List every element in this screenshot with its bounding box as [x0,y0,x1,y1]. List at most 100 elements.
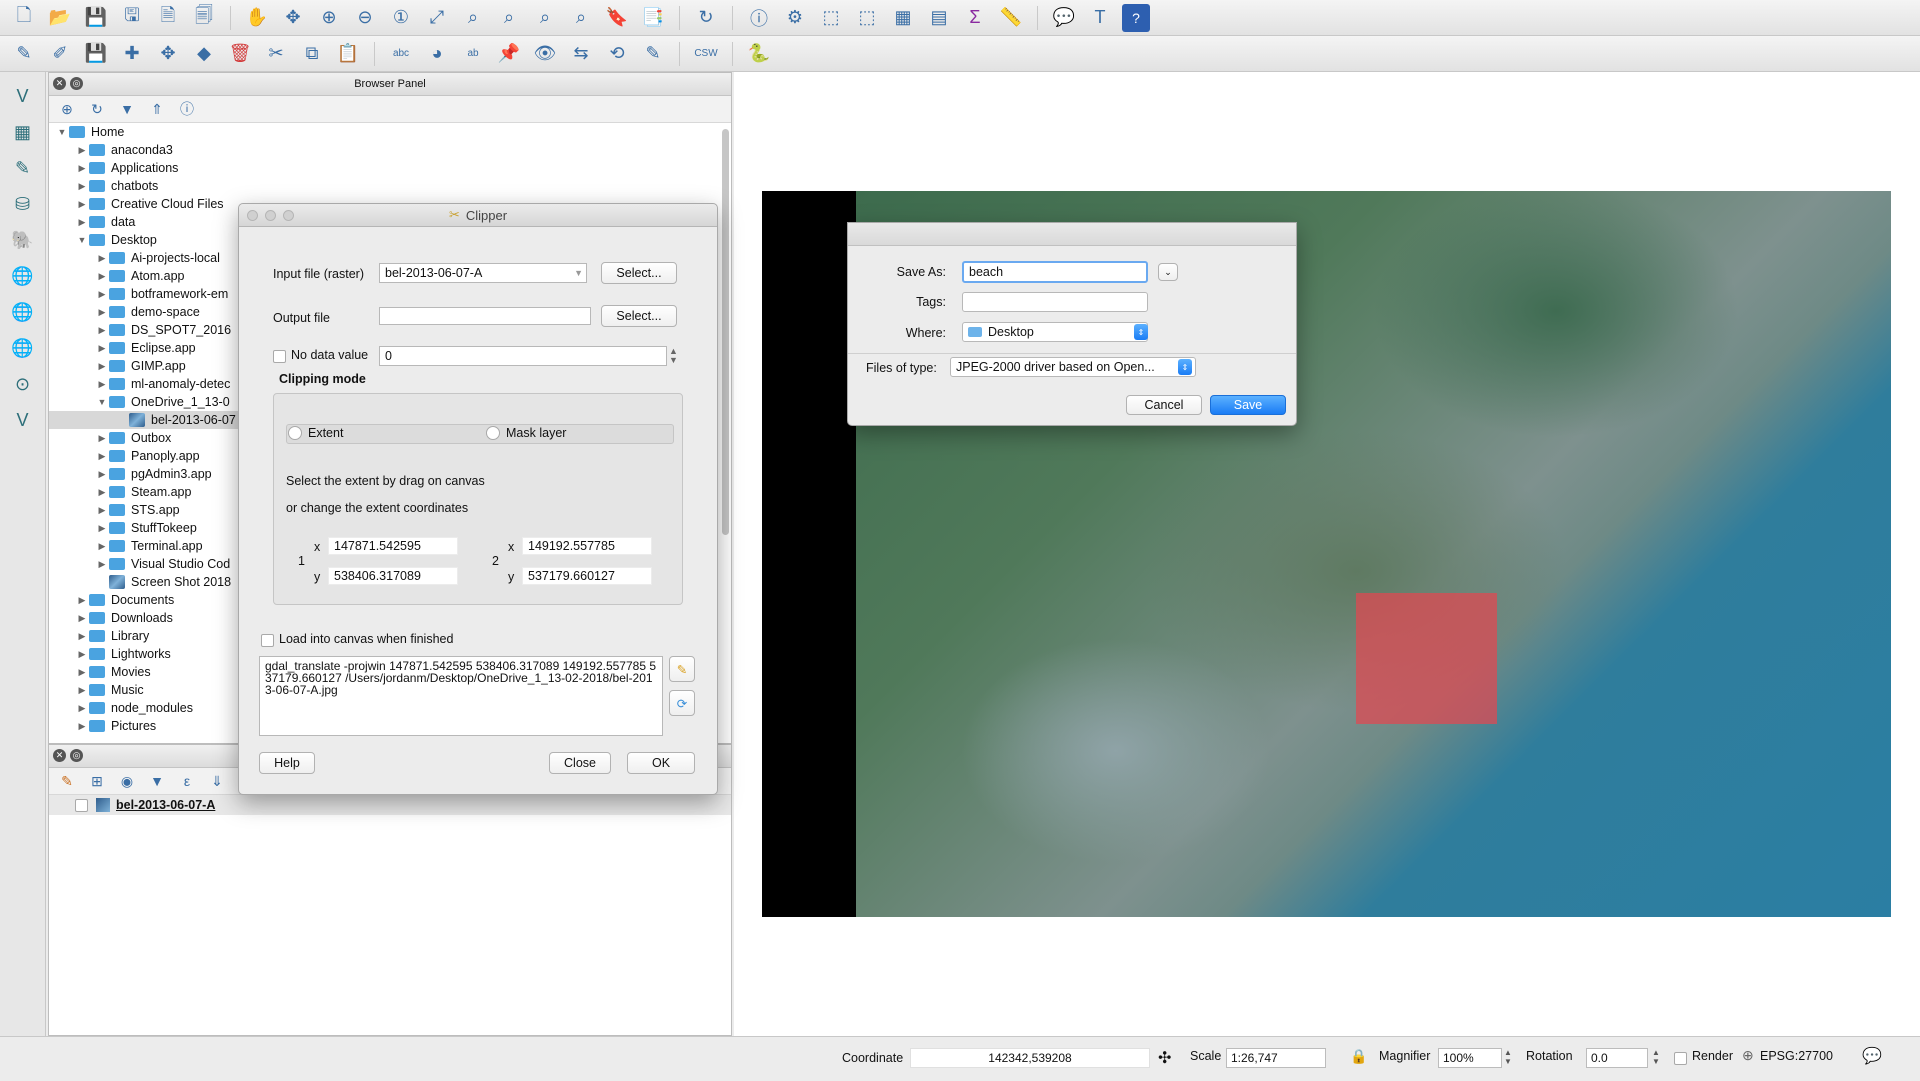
refresh-icon[interactable]: ↻ [692,4,720,32]
float-icon[interactable]: ◎ [70,749,83,762]
layout-manager-icon[interactable]: 🗐 [190,4,218,32]
help-icon[interactable]: ? [1122,3,1150,32]
load-canvas-checkbox[interactable] [261,634,274,647]
mask-layer-radio[interactable] [486,426,500,440]
chevron-right-icon[interactable]: ▶ [95,559,109,570]
reset-command-button[interactable]: ⟳ [669,690,695,716]
chevron-right-icon[interactable]: ▶ [95,289,109,300]
input-file-select[interactable]: bel-2013-06-07-A ▼ [379,263,587,283]
identify-icon[interactable]: ⓘ [745,4,773,32]
deselect-icon[interactable]: ⬚ [853,4,881,32]
add-wcs-icon[interactable]: 🌐 [9,298,37,326]
close-button[interactable]: Close [549,752,611,774]
collapse-all-icon[interactable]: ⇑ [147,99,167,119]
chevron-right-icon[interactable]: ▶ [95,505,109,516]
lock-scale-icon[interactable]: 🔒 [1350,1048,1367,1065]
x1-field[interactable]: 147871.542595 [328,537,458,555]
add-vector-icon[interactable]: V [9,82,37,110]
label-highlight-icon[interactable]: ab [459,40,487,68]
tree-item[interactable]: ▶ anaconda3 [49,141,713,159]
chevron-right-icon[interactable]: ▶ [95,469,109,480]
add-raster-icon[interactable]: ▦ [9,118,37,146]
files-of-type-select[interactable]: JPEG-2000 driver based on Open... [950,357,1196,377]
browser-scrollbar[interactable] [722,129,729,535]
chevron-right-icon[interactable]: ▶ [75,217,89,228]
add-oracle-icon[interactable]: ⊙ [9,370,37,398]
pin-label-icon[interactable]: 📌 [495,40,523,68]
zoom-native-icon[interactable]: ① [387,4,415,32]
chevron-right-icon[interactable]: ▶ [95,451,109,462]
close-icon[interactable]: ✕ [53,77,66,90]
coordinate-field[interactable]: 142342,539208 [910,1048,1150,1068]
float-icon[interactable]: ◎ [70,77,83,90]
chevron-right-icon[interactable]: ▶ [75,595,89,606]
delete-icon[interactable]: 🗑 [226,40,254,68]
zoom-layer-icon[interactable]: ⌕ [495,4,523,32]
where-select[interactable]: Desktop [962,322,1148,342]
style-manager-icon[interactable]: ✎ [57,771,77,791]
visibility-icon[interactable]: ◉ [117,771,137,791]
chevron-right-icon[interactable]: ▶ [95,271,109,282]
command-text[interactable]: gdal_translate -projwin 147871.542595 53… [259,656,663,736]
expand-all-icon[interactable]: ⇓ [207,771,227,791]
chevron-right-icon[interactable]: ▶ [95,433,109,444]
add-spatialite-icon[interactable]: ⛁ [9,190,37,218]
cancel-button[interactable]: Cancel [1126,395,1202,415]
edit-command-button[interactable]: ✎ [669,656,695,682]
save-edits-icon[interactable]: 💾 [82,40,110,68]
expression-filter-icon[interactable]: ε [177,771,197,791]
nodata-checkbox[interactable] [273,350,286,363]
output-select-button[interactable]: Select... [601,305,677,327]
zoom-out-icon[interactable]: ⊖ [351,4,379,32]
nodata-field[interactable]: 0 [379,346,667,366]
map-tips-icon[interactable]: 💬 [1050,4,1078,32]
save-project-icon[interactable]: 💾 [82,4,110,32]
csw-icon[interactable]: CSW [692,40,720,68]
cut-icon[interactable]: ✂ [262,40,290,68]
filter-legend-icon[interactable]: ▼ [147,771,167,791]
new-layer-icon[interactable]: V [9,406,37,434]
open-project-icon[interactable]: 📂 [46,4,74,32]
input-select-button[interactable]: Select... [601,262,677,284]
chevron-down-icon[interactable]: ▼ [55,127,69,137]
chevron-right-icon[interactable]: ▶ [95,541,109,552]
filter-icon[interactable]: ▼ [117,99,137,119]
action-icon[interactable]: ⚙ [781,4,809,32]
y2-field[interactable]: 537179.660127 [522,567,652,585]
tags-input[interactable] [962,292,1148,312]
chevron-right-icon[interactable]: ▶ [75,163,89,174]
new-project-icon[interactable]: 🗋 [10,4,38,32]
chevron-right-icon[interactable]: ▶ [95,379,109,390]
tree-item[interactable]: ▼ Home [49,123,713,141]
change-label-icon[interactable]: ✎ [639,40,667,68]
layer-visibility-checkbox[interactable] [75,798,88,812]
save-as-input[interactable]: beach [962,261,1148,283]
crs-label[interactable]: EPSG:27700 [1760,1049,1833,1063]
add-wms-icon[interactable]: 🌐 [9,262,37,290]
add-feature-icon[interactable]: ✚ [118,40,146,68]
python-icon[interactable]: 🐍 [745,40,773,68]
show-bookmarks-icon[interactable]: 📑 [639,4,667,32]
move-label-icon[interactable]: ⇆ [567,40,595,68]
chevron-right-icon[interactable]: ▶ [95,307,109,318]
copy-icon[interactable]: ⧉ [298,40,326,68]
chevron-right-icon[interactable]: ▶ [95,487,109,498]
save-as-icon[interactable]: 🖫 [118,4,146,32]
chevron-down-icon[interactable]: ▼ [75,235,89,245]
show-label-icon[interactable]: 👁 [531,40,559,68]
chevron-right-icon[interactable]: ▶ [75,721,89,732]
node-tool-icon[interactable]: ◆ [190,40,218,68]
y1-field[interactable]: 538406.317089 [328,567,458,585]
new-bookmark-icon[interactable]: 🔖 [603,4,631,32]
refresh-icon[interactable]: ↻ [87,99,107,119]
toggle-edit-icon[interactable]: ✐ [46,40,74,68]
zoom-next-icon[interactable]: ⌕ [567,4,595,32]
zoom-last-icon[interactable]: ⌕ [531,4,559,32]
select-icon[interactable]: ⬚ [817,4,845,32]
statistics-icon[interactable]: Σ [961,4,989,32]
rotation-field[interactable]: 0.0 [1586,1048,1648,1068]
expand-dialog-button[interactable]: ⌄ [1158,263,1178,281]
nodata-stepper[interactable]: ▲ ▼ [669,347,678,365]
crs-icon[interactable]: ⊕ [1742,1047,1754,1064]
zoom-window-button[interactable] [283,210,294,221]
